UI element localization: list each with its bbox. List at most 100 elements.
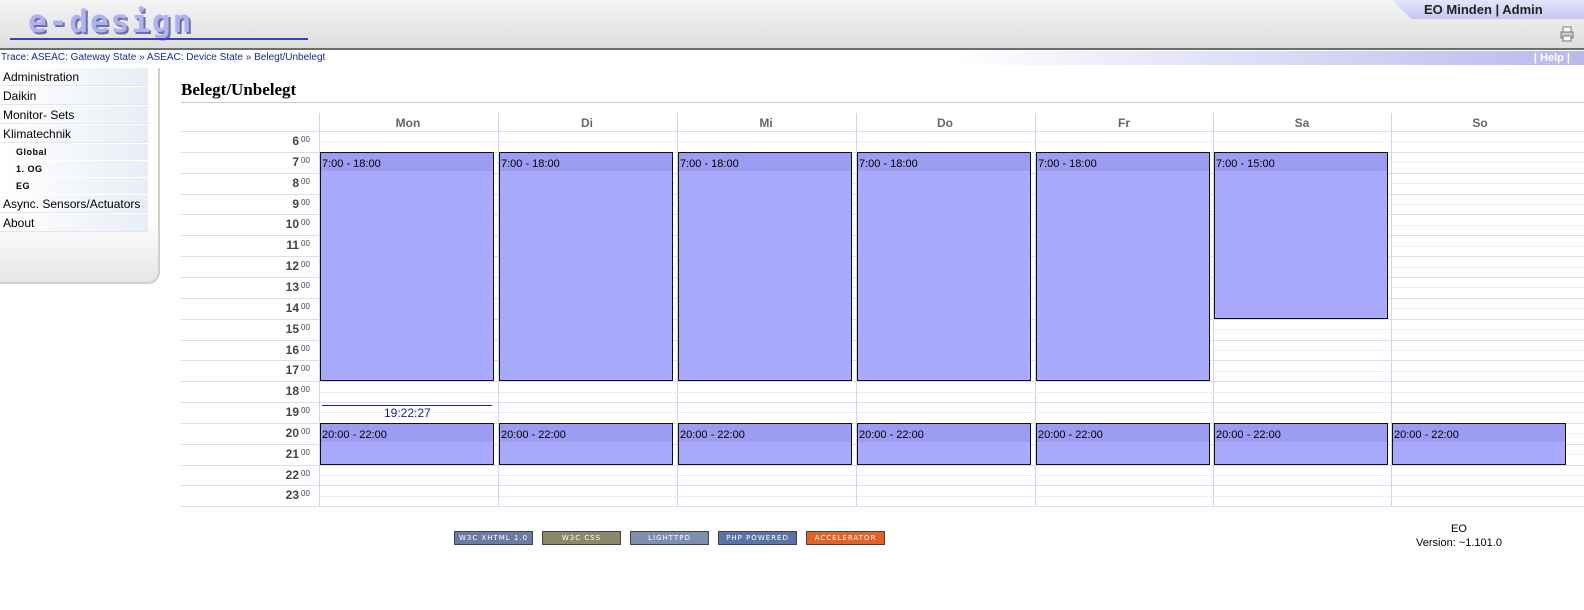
hour-number: 17 bbox=[285, 363, 299, 377]
event-time-label: 20:00 - 22:00 bbox=[1215, 424, 1387, 442]
occupancy-event[interactable]: 20:00 - 22:00 bbox=[320, 423, 494, 465]
minutes-label: 00 bbox=[301, 385, 310, 394]
occupancy-event[interactable]: 20:00 - 22:00 bbox=[1036, 423, 1210, 465]
breadcrumb-label: Trace: bbox=[1, 52, 29, 63]
breadcrumb-current[interactable]: Belegt/Unbelegt bbox=[254, 52, 325, 63]
hour-label: 15 00 bbox=[281, 322, 317, 336]
minutes-label: 00 bbox=[301, 469, 310, 478]
sidebar-item-about[interactable]: About bbox=[0, 214, 148, 232]
version-info: EO Version: ~1.101.0 bbox=[1416, 522, 1502, 550]
sidebar-item-administration[interactable]: Administration bbox=[0, 68, 148, 86]
hour-number: 14 bbox=[285, 301, 299, 315]
hour-number: 16 bbox=[285, 343, 299, 357]
current-time-label: 19:22:27 bbox=[384, 406, 431, 420]
minutes-label: 00 bbox=[301, 239, 310, 248]
hour-label: 20 00 bbox=[281, 426, 317, 440]
hour-label: 18 00 bbox=[281, 384, 317, 398]
title-divider bbox=[181, 102, 1584, 103]
hour-label: 10 00 bbox=[281, 217, 317, 231]
logo[interactable]: e-design bbox=[28, 4, 193, 40]
occupancy-event[interactable]: 20:00 - 22:00 bbox=[1214, 423, 1388, 465]
minutes-label: 00 bbox=[301, 427, 310, 436]
event-time-label: 7:00 - 15:00 bbox=[1215, 153, 1387, 171]
sidebar-item-async-sensors[interactable]: Async. Sensors/Actuators bbox=[0, 195, 148, 213]
footer-badge[interactable]: W3C XHTML 1.0 bbox=[454, 531, 533, 545]
footer-badge[interactable]: PHP POWERED bbox=[718, 531, 797, 545]
hour-number: 12 bbox=[285, 259, 299, 273]
hour-number: 9 bbox=[292, 197, 299, 211]
footer-badge[interactable]: ACCELERATOR bbox=[806, 531, 885, 545]
half-hour-gridline bbox=[319, 392, 1584, 393]
hour-number: 6 bbox=[292, 134, 299, 148]
hour-label: 21 00 bbox=[281, 447, 317, 461]
breadcrumb-gateway-state[interactable]: ASEAC: Gateway State bbox=[31, 52, 136, 63]
sidebar-subitem-eg[interactable]: EG bbox=[0, 178, 148, 194]
hour-label: 6 00 bbox=[281, 134, 317, 148]
user-info: EO Minden | Admin bbox=[1392, 0, 1584, 19]
event-time-label: 20:00 - 22:00 bbox=[679, 424, 851, 442]
page-title: Belegt/Unbelegt bbox=[181, 80, 297, 99]
hour-number: 22 bbox=[285, 468, 299, 482]
minutes-label: 00 bbox=[301, 218, 310, 227]
occupancy-event[interactable]: 20:00 - 22:00 bbox=[678, 423, 852, 465]
sidebar-item-monitor-sets[interactable]: Monitor- Sets bbox=[0, 106, 148, 124]
hour-label: 13 00 bbox=[281, 280, 317, 294]
hour-number: 11 bbox=[286, 238, 299, 252]
half-hour-gridline bbox=[319, 141, 1584, 142]
sidebar-item-klimatechnik[interactable]: Klimatechnik bbox=[0, 125, 148, 143]
hour-number: 18 bbox=[285, 384, 299, 398]
printer-icon[interactable] bbox=[1560, 26, 1574, 42]
footer-badge[interactable]: W3C CSS bbox=[542, 531, 621, 545]
minutes-label: 00 bbox=[301, 364, 310, 373]
sidebar-subitem-1og[interactable]: 1. OG bbox=[0, 161, 148, 177]
occupancy-event[interactable]: 7:00 - 18:00 bbox=[499, 152, 673, 381]
hour-label: 9 00 bbox=[281, 197, 317, 211]
sidebar-item-daikin[interactable]: Daikin bbox=[0, 87, 148, 105]
app-name: EO bbox=[1451, 523, 1467, 535]
event-time-label: 20:00 - 22:00 bbox=[1393, 424, 1565, 442]
event-time-label: 7:00 - 18:00 bbox=[858, 153, 1030, 171]
hour-label: 8 00 bbox=[281, 176, 317, 190]
minutes-label: 00 bbox=[301, 281, 310, 290]
footer-badge[interactable]: LIGHTTPD bbox=[630, 531, 709, 545]
day-header: Fr bbox=[1118, 116, 1130, 130]
minutes-label: 00 bbox=[301, 156, 310, 165]
day-header: Sa bbox=[1294, 116, 1310, 130]
breadcrumb-device-state[interactable]: ASEAC: Device State bbox=[147, 52, 243, 63]
hour-gridline bbox=[181, 506, 1584, 507]
day-header: Mon bbox=[395, 116, 421, 130]
hour-label: 12 00 bbox=[281, 259, 317, 273]
event-time-label: 7:00 - 18:00 bbox=[679, 153, 851, 171]
hour-label: 11 00 bbox=[281, 238, 317, 252]
occupancy-event[interactable]: 7:00 - 18:00 bbox=[1036, 152, 1210, 381]
occupancy-event[interactable]: 7:00 - 18:00 bbox=[678, 152, 852, 381]
hour-gridline bbox=[181, 465, 1584, 466]
occupancy-event[interactable]: 7:00 - 18:00 bbox=[320, 152, 494, 381]
minutes-label: 00 bbox=[301, 448, 310, 457]
hour-label: 7 00 bbox=[281, 155, 317, 169]
breadcrumb-separator: » bbox=[245, 52, 252, 63]
event-time-label: 20:00 - 22:00 bbox=[858, 424, 1030, 442]
week-calendar: Mon Di Mi Do Fr Sa So 6 00 7 00 8 00 9 00 10 00 11 00 12 00 1… bbox=[181, 113, 1584, 507]
occupancy-event[interactable]: 20:00 - 22:00 bbox=[857, 423, 1031, 465]
hour-gridline bbox=[181, 381, 1584, 382]
occupancy-event[interactable]: 7:00 - 18:00 bbox=[857, 152, 1031, 381]
hour-number: 15 bbox=[285, 322, 299, 336]
minutes-label: 00 bbox=[301, 198, 310, 207]
minutes-label: 00 bbox=[301, 260, 310, 269]
help-link[interactable]: | Help | bbox=[1534, 51, 1584, 65]
minutes-label: 00 bbox=[301, 302, 310, 311]
minutes-label: 00 bbox=[301, 135, 310, 144]
minutes-label: 00 bbox=[301, 177, 310, 186]
minutes-label: 00 bbox=[301, 323, 310, 332]
occupancy-event[interactable]: 20:00 - 22:00 bbox=[1392, 423, 1566, 465]
occupancy-event[interactable]: 20:00 - 22:00 bbox=[499, 423, 673, 465]
hour-label: 22 00 bbox=[281, 468, 317, 482]
sidebar: Administration Daikin Monitor- Sets Klim… bbox=[0, 68, 160, 284]
logo-underline bbox=[10, 38, 308, 40]
hour-label: 14 00 bbox=[281, 301, 317, 315]
occupancy-event[interactable]: 7:00 - 15:00 bbox=[1214, 152, 1388, 319]
breadcrumb: Trace: ASEAC: Gateway State » ASEAC: Dev… bbox=[0, 51, 1584, 65]
sidebar-subitem-global[interactable]: Global bbox=[0, 144, 148, 160]
event-time-label: 20:00 - 22:00 bbox=[321, 424, 493, 442]
